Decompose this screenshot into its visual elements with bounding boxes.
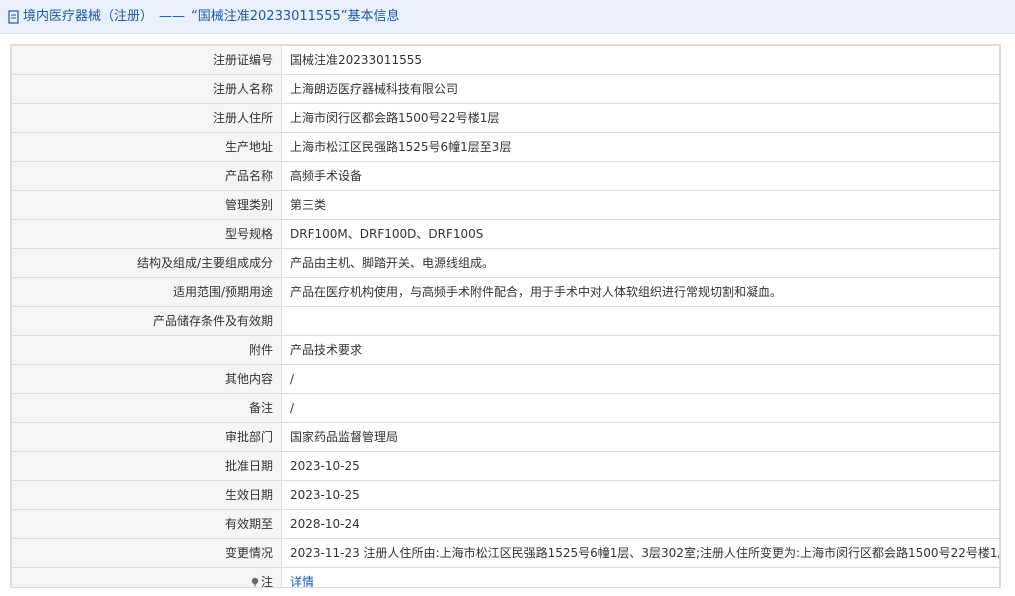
row-value: 2023-11-23 注册人住所由:上海市松江区民强路1525号6幢1层、3层3…	[281, 538, 1000, 568]
info-table: 注册证编号 国械注准20233011555 注册人名称 上海朗迈医疗器械科技有限公司…	[10, 44, 1001, 588]
row-value: 国家药品监督管理局	[281, 422, 1000, 452]
page-header: 境内医疗器械（注册） —— “国械注准20233011555”基本信息	[0, 0, 1015, 34]
row-label: 生产地址	[11, 132, 282, 162]
page-title: 境内医疗器械（注册） —— “国械注准20233011555”基本信息	[23, 0, 399, 34]
note-value-cell: 详情	[281, 567, 1000, 587]
row-label: 注册人名称	[11, 74, 282, 104]
row-label: 审批部门	[11, 422, 282, 452]
row-value	[281, 306, 1000, 336]
row-value: DRF100M、DRF100D、DRF100S	[281, 219, 1000, 249]
row-label: 附件	[11, 335, 282, 365]
row-value: 产品由主机、脚踏开关、电源线组成。	[281, 248, 1000, 278]
row-value: 2028-10-24	[281, 509, 1000, 539]
table-row: 注册人住所 上海市闵行区都会路1500号22号楼1层	[11, 103, 1000, 133]
row-value: /	[281, 364, 1000, 394]
row-value: 2023-10-25	[281, 480, 1000, 510]
row-label: 备注	[11, 393, 282, 423]
row-label: 产品储存条件及有效期	[11, 306, 282, 336]
table-row: 批准日期 2023-10-25	[11, 451, 1000, 481]
row-value: 产品技术要求	[281, 335, 1000, 365]
table-row: 产品名称 高频手术设备	[11, 161, 1000, 191]
row-label: 有效期至	[11, 509, 282, 539]
details-table: 注册证编号 国械注准20233011555 注册人名称 上海朗迈医疗器械科技有限公司…	[11, 45, 1000, 588]
table-row: 注册证编号 国械注准20233011555	[11, 45, 1000, 75]
row-label: 管理类别	[11, 190, 282, 220]
table-row: 结构及组成/主要组成成分 产品由主机、脚踏开关、电源线组成。	[11, 248, 1000, 278]
row-label: 变更情况	[11, 538, 282, 568]
table-row: 生产地址 上海市松江区民强路1525号6幢1层至3层	[11, 132, 1000, 162]
row-label: 适用范围/预期用途	[11, 277, 282, 307]
row-label: 产品名称	[11, 161, 282, 191]
details-link[interactable]: 详情	[290, 575, 314, 587]
table-row: 产品储存条件及有效期	[11, 306, 1000, 336]
header-subject: “国械注准20233011555”基本信息	[191, 8, 400, 24]
row-value: 第三类	[281, 190, 1000, 220]
table-row: 附件 产品技术要求	[11, 335, 1000, 365]
table-row: 生效日期 2023-10-25	[11, 480, 1000, 510]
row-label: 注册人住所	[11, 103, 282, 133]
table-row: 备注 /	[11, 393, 1000, 423]
table-row: 审批部门 国家药品监督管理局	[11, 422, 1000, 452]
row-value: 高频手术设备	[281, 161, 1000, 191]
row-value: 国械注准20233011555	[281, 45, 1000, 75]
row-value: 产品在医疗机构使用，与高频手术附件配合，用于手术中对人体软组织进行常规切割和凝血…	[281, 277, 1000, 307]
header-separator: ——	[159, 8, 186, 24]
table-row: 适用范围/预期用途 产品在医疗机构使用，与高频手术附件配合，用于手术中对人体软组织…	[11, 277, 1000, 307]
row-label: 批准日期	[11, 451, 282, 481]
table-row: 变更情况 2023-11-23 注册人住所由:上海市松江区民强路1525号6幢1层…	[11, 538, 1000, 568]
row-value: 上海朗迈医疗器械科技有限公司	[281, 74, 1000, 104]
row-label: 结构及组成/主要组成成分	[11, 248, 282, 278]
row-value: 2023-10-25	[281, 451, 1000, 481]
row-value: 上海市松江区民强路1525号6幢1层至3层	[281, 132, 1000, 162]
note-label: 注	[260, 575, 273, 588]
row-label: 型号规格	[11, 219, 282, 249]
header-category: 境内医疗器械（注册）	[23, 8, 154, 24]
document-icon	[8, 9, 19, 24]
table-row: 型号规格 DRF100M、DRF100D、DRF100S	[11, 219, 1000, 249]
pin-icon	[251, 577, 259, 587]
table-row: 有效期至 2028-10-24	[11, 509, 1000, 539]
table-row: 注 详情	[11, 567, 1000, 588]
row-value: 上海市闵行区都会路1500号22号楼1层	[281, 103, 1000, 133]
row-label: 注册证编号	[11, 45, 282, 75]
note-label-cell: 注	[11, 567, 282, 588]
table-row: 管理类别 第三类	[11, 190, 1000, 220]
row-value: /	[281, 393, 1000, 423]
table-row: 注册人名称 上海朗迈医疗器械科技有限公司	[11, 74, 1000, 104]
row-label: 生效日期	[11, 480, 282, 510]
row-label: 其他内容	[11, 364, 282, 394]
table-row: 其他内容 /	[11, 364, 1000, 394]
